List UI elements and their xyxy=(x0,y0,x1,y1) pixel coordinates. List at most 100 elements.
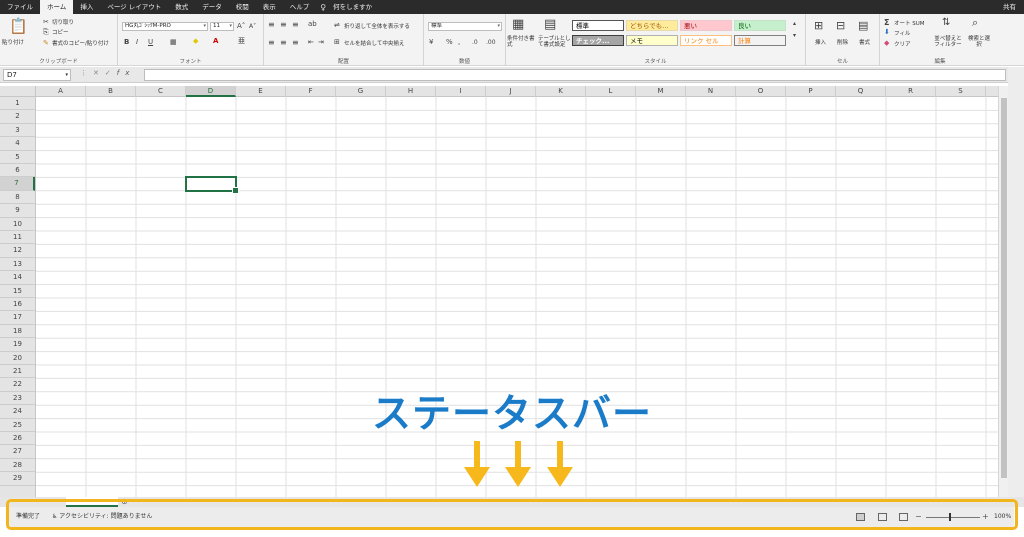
column-header[interactable]: J xyxy=(486,86,536,97)
wrap-text-icon[interactable]: ⇌ xyxy=(334,21,340,30)
percent-icon[interactable]: % xyxy=(446,38,453,47)
delete-cells-icon[interactable]: ⊟ xyxy=(836,20,845,31)
autosum-icon[interactable]: Σ xyxy=(884,18,889,27)
row-header[interactable]: 3 xyxy=(0,124,35,138)
column-header[interactable]: N xyxy=(686,86,736,97)
column-header[interactable]: O xyxy=(736,86,786,97)
menu-tab[interactable]: 校閲 xyxy=(229,0,256,14)
column-header[interactable]: C xyxy=(136,86,186,97)
copy-icon[interactable]: ⎘ xyxy=(43,28,49,37)
column-header[interactable]: B xyxy=(86,86,136,97)
delete-cells-button[interactable]: 削除 xyxy=(837,38,848,46)
column-header[interactable]: I xyxy=(436,86,486,97)
cut-button[interactable]: 切り取り xyxy=(52,18,74,26)
sort-filter-icon[interactable]: ⇅ xyxy=(942,18,950,28)
row-header[interactable]: 21 xyxy=(0,365,35,379)
name-box[interactable]: D7 ▾ xyxy=(3,69,71,81)
format-as-table-icon[interactable]: ▤ xyxy=(544,18,556,31)
row-header[interactable]: 15 xyxy=(0,285,35,298)
row-header[interactable]: 25 xyxy=(0,419,35,432)
format-as-table-button[interactable]: テーブルとして書式設定 xyxy=(538,36,572,48)
row-header[interactable]: 17 xyxy=(0,311,35,325)
find-select-button[interactable]: 検索と選択 xyxy=(968,36,990,48)
column-header[interactable]: S xyxy=(936,86,986,97)
row-header[interactable]: 18 xyxy=(0,325,35,339)
row-header[interactable]: 5 xyxy=(0,151,35,164)
cell-style-item[interactable]: どちらでも... xyxy=(626,20,678,31)
fill-color-icon[interactable]: ◆ xyxy=(193,37,198,46)
merge-icon[interactable]: ⊞ xyxy=(334,38,340,47)
gallery-more-icon[interactable]: ▾ xyxy=(793,31,796,40)
row-header[interactable]: 2 xyxy=(0,110,35,124)
menu-tab[interactable]: ページ レイアウト xyxy=(100,0,168,14)
format-painter-icon[interactable]: ✎ xyxy=(43,39,49,48)
row-header[interactable]: 1 xyxy=(0,97,35,111)
row-header[interactable]: 4 xyxy=(0,137,35,151)
shrink-font-icon[interactable]: A˅ xyxy=(249,22,256,31)
cancel-icon[interactable]: ✕ xyxy=(93,69,105,77)
increase-decimal-icon[interactable]: .0 xyxy=(472,38,478,47)
column-header[interactable]: P xyxy=(786,86,836,97)
row-header[interactable]: 8 xyxy=(0,191,35,205)
row-header[interactable]: 28 xyxy=(0,459,35,473)
align-middle-icon[interactable]: ≡ xyxy=(280,20,287,29)
align-right-icon[interactable]: ≡ xyxy=(292,38,299,47)
menu-tab[interactable]: 表示 xyxy=(256,0,283,14)
align-center-icon[interactable]: ≡ xyxy=(280,38,287,47)
column-header[interactable]: Q xyxy=(836,86,886,97)
format-painter-button[interactable]: 書式のコピー/貼り付け xyxy=(52,39,109,47)
column-header[interactable]: F xyxy=(286,86,336,97)
wrap-text-button[interactable]: 折り返して全体を表示する xyxy=(344,22,410,30)
column-header[interactable]: K xyxy=(536,86,586,97)
row-header[interactable]: 12 xyxy=(0,244,35,258)
column-header[interactable]: L xyxy=(586,86,636,97)
column-header[interactable]: H xyxy=(386,86,436,97)
decrease-indent-icon[interactable]: ⇤ xyxy=(308,38,314,47)
comma-icon[interactable]: , xyxy=(458,38,460,47)
format-cells-button[interactable]: 書式 xyxy=(859,38,870,46)
row-header[interactable]: 19 xyxy=(0,338,35,352)
column-header[interactable]: A xyxy=(36,86,86,97)
row-header[interactable]: 9 xyxy=(0,204,35,218)
underline-icon[interactable]: U xyxy=(148,38,153,47)
column-header[interactable]: R xyxy=(886,86,936,97)
autosum-button[interactable]: オート SUM xyxy=(894,19,925,27)
row-header[interactable]: 6 xyxy=(0,164,35,178)
copy-button[interactable]: コピー xyxy=(52,28,69,36)
column-header[interactable]: M xyxy=(636,86,686,97)
row-header[interactable]: 7 xyxy=(0,177,35,191)
insert-function-icon[interactable]: fx xyxy=(117,69,136,77)
menu-tab[interactable]: データ xyxy=(195,0,229,14)
row-header[interactable]: 24 xyxy=(0,405,35,419)
clear-button[interactable]: クリア xyxy=(894,40,911,48)
column-header[interactable]: D xyxy=(186,86,236,97)
cell-style-item[interactable]: 計算 xyxy=(734,35,786,46)
font-size-combo[interactable]: 11 ▾ xyxy=(210,22,234,31)
vertical-scrollbar[interactable] xyxy=(998,86,1008,497)
phonetic-icon[interactable]: 亜 xyxy=(238,37,245,46)
fill-button[interactable]: フィル xyxy=(894,29,910,37)
enter-icon[interactable]: ✓ xyxy=(105,69,117,77)
column-header[interactable]: G xyxy=(336,86,386,97)
paste-button[interactable]: 貼り付け xyxy=(2,38,24,46)
cell-style-item[interactable]: 悪い xyxy=(680,20,732,31)
fill-icon[interactable]: ⬇ xyxy=(884,28,890,37)
gallery-scroll-icon[interactable]: ▴ xyxy=(793,19,796,28)
paste-icon[interactable]: 📋 xyxy=(9,19,28,34)
insert-cells-icon[interactable]: ⊞ xyxy=(814,20,823,31)
row-header[interactable]: 20 xyxy=(0,352,35,365)
currency-icon[interactable]: ¥ xyxy=(429,38,433,47)
menu-tab[interactable]: 挿入 xyxy=(73,0,100,14)
row-header[interactable]: 27 xyxy=(0,445,35,459)
conditional-format-icon[interactable]: ▦ xyxy=(512,18,524,31)
format-cells-icon[interactable]: ▤ xyxy=(858,20,868,31)
cell-style-item[interactable]: メモ xyxy=(626,35,678,46)
increase-indent-icon[interactable]: ⇥ xyxy=(318,38,324,47)
font-name-combo[interactable]: HG丸ｺﾞｼｯｸM-PRO ▾ xyxy=(122,22,208,31)
row-header[interactable]: 22 xyxy=(0,378,35,392)
menu-tab[interactable]: ヘルプ xyxy=(283,0,317,14)
merge-button[interactable]: セルを結合して中央揃え xyxy=(344,39,404,47)
menu-tab[interactable]: ホーム xyxy=(40,0,74,14)
orientation-icon[interactable]: ab xyxy=(308,20,317,29)
formula-input[interactable] xyxy=(144,69,1006,81)
